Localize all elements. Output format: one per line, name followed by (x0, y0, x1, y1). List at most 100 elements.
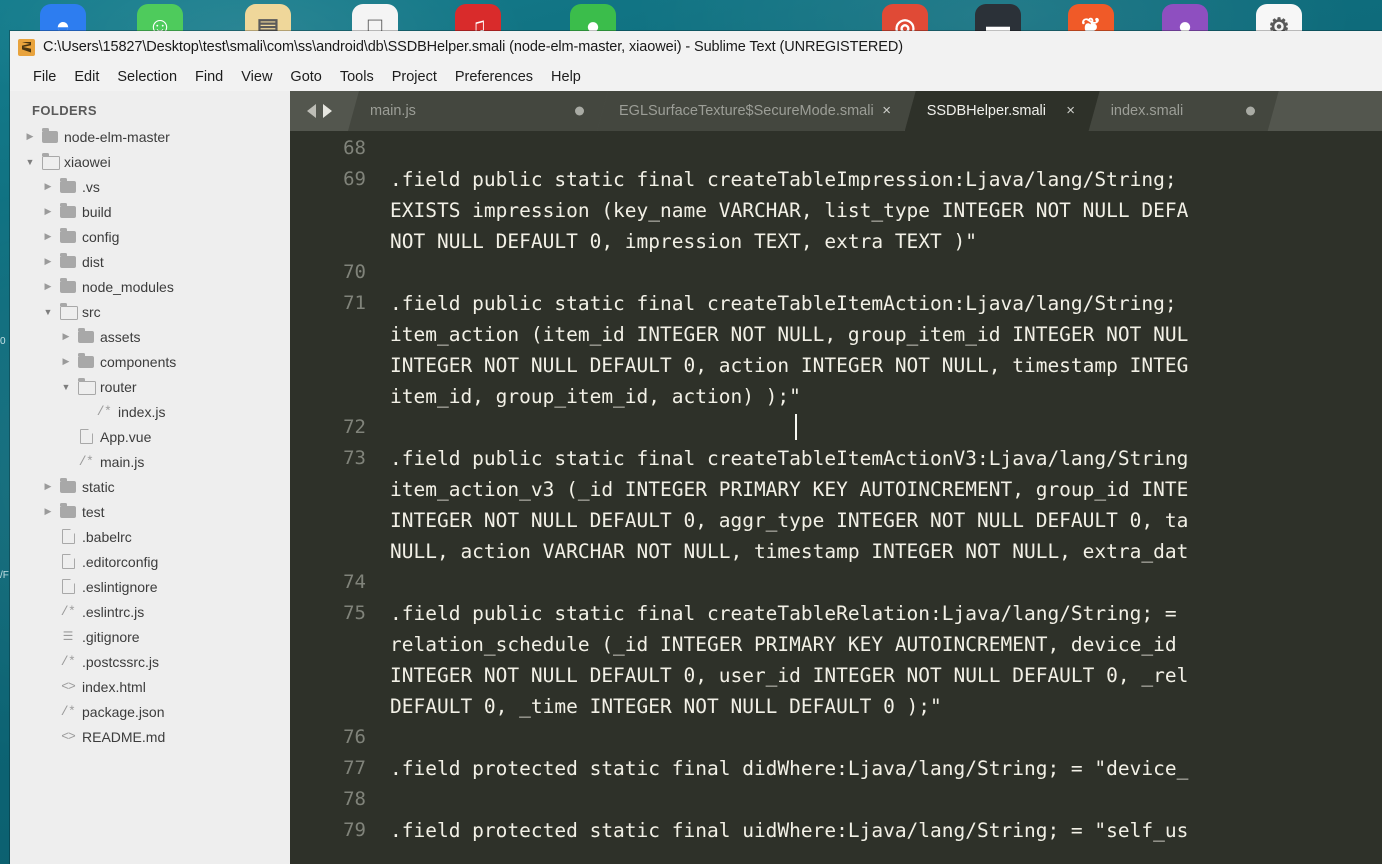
tree-item-readme-md[interactable]: <> README.md (10, 724, 290, 749)
menu-bar[interactable]: File Edit Selection Find View Goto Tools Projec… (10, 63, 1382, 91)
tree-item-index-js[interactable]: /* index.js (10, 399, 290, 424)
menu-item-view[interactable]: View (232, 67, 281, 87)
code-line[interactable]: 77 .field protected static final didWhere… (290, 753, 1382, 784)
tree-item-node-modules[interactable]: ▶ node_modules (10, 274, 290, 299)
tree-item-eslintignore[interactable]: .eslintignore (10, 574, 290, 599)
tree-item-postcssrc-js[interactable]: /* .postcssrc.js (10, 649, 290, 674)
tree-item-config[interactable]: ▶ config (10, 224, 290, 249)
menu-item-tools[interactable]: Tools (331, 67, 383, 87)
tree-item-xiaowei[interactable]: ▼ xiaowei (10, 149, 290, 174)
code-text[interactable]: item_action (item_id INTEGER NOT NULL, g… (382, 319, 1382, 350)
code-line[interactable]: 68 (290, 133, 1382, 164)
chevron-down-icon[interactable]: ▼ (40, 307, 56, 317)
nav-back-arrow-icon[interactable] (306, 104, 316, 118)
code-text[interactable]: relation_schedule (_id INTEGER PRIMARY K… (382, 629, 1382, 660)
tab-main-js[interactable]: main.js (348, 91, 608, 131)
code-line[interactable]: 71 .field public static final createTable… (290, 288, 1382, 319)
code-line-wrapped[interactable]: INTEGER NOT NULL DEFAULT 0, aggr_type IN… (290, 505, 1382, 536)
menu-item-project[interactable]: Project (383, 67, 446, 87)
code-line-wrapped[interactable]: item_action (item_id INTEGER NOT NULL, g… (290, 319, 1382, 350)
code-text[interactable]: .field public static final createTableIt… (382, 443, 1382, 474)
menu-item-goto[interactable]: Goto (281, 67, 330, 87)
tab-nav-arrows[interactable] (290, 91, 348, 131)
code-line-wrapped[interactable]: NULL, action VARCHAR NOT NULL, timestamp… (290, 536, 1382, 567)
code-line[interactable]: 76 (290, 722, 1382, 753)
code-line-wrapped[interactable]: INTEGER NOT NULL DEFAULT 0, user_id INTE… (290, 660, 1382, 691)
chevron-right-icon[interactable]: ▶ (40, 206, 56, 217)
code-line[interactable]: 73 .field public static final createTable… (290, 443, 1382, 474)
menu-item-preferences[interactable]: Preferences (446, 67, 542, 87)
code-line-wrapped[interactable]: item_id, group_item_id, action) );" (290, 381, 1382, 412)
code-line-wrapped[interactable]: EXISTS impression (key_name VARCHAR, lis… (290, 195, 1382, 226)
code-line[interactable]: 72 (290, 412, 1382, 443)
tab-close-icon[interactable]: × (880, 104, 894, 118)
tab-list[interactable]: main.js EGLSurfaceTexture$SecureMode.smal… (348, 91, 1279, 131)
chevron-right-icon[interactable]: ▶ (40, 181, 56, 192)
code-text[interactable]: .field public static final createTableIm… (382, 164, 1382, 195)
chevron-down-icon[interactable]: ▼ (58, 382, 74, 392)
tree-item-test[interactable]: ▶ test (10, 499, 290, 524)
menu-item-help[interactable]: Help (542, 67, 590, 87)
tree-item-node-elm-master[interactable]: ▶ node-elm-master (10, 124, 290, 149)
code-text[interactable]: .field public static final createTableIt… (382, 288, 1382, 319)
taskbar-dock[interactable]: ◓ ☺ ▤ □ ♫ ● ◎ ▬ ❦ ● ⚙ (0, 0, 1382, 50)
code-text[interactable]: DEFAULT 0, _time INTEGER NOT NULL DEFAUL… (382, 691, 1382, 722)
code-line[interactable]: 70 (290, 257, 1382, 288)
chevron-right-icon[interactable]: ▶ (40, 281, 56, 292)
code-text[interactable]: INTEGER NOT NULL DEFAULT 0, user_id INTE… (382, 660, 1382, 691)
code-text[interactable]: item_id, group_item_id, action) );" (382, 381, 1382, 412)
tree-item-eslintrc-js[interactable]: /* .eslintrc.js (10, 599, 290, 624)
chevron-right-icon[interactable]: ▶ (58, 356, 74, 367)
tree-item-components[interactable]: ▶ components (10, 349, 290, 374)
code-text[interactable]: NOT NULL DEFAULT 0, impression TEXT, ext… (382, 226, 1382, 257)
code-text[interactable]: item_action_v3 (_id INTEGER PRIMARY KEY … (382, 474, 1382, 505)
tree-item-router[interactable]: ▼ router (10, 374, 290, 399)
code-line-wrapped[interactable]: DEFAULT 0, _time INTEGER NOT NULL DEFAUL… (290, 691, 1382, 722)
menu-item-edit[interactable]: Edit (65, 67, 108, 87)
code-line[interactable]: 75 .field public static final createTable… (290, 598, 1382, 629)
nav-forward-arrow-icon[interactable] (322, 104, 332, 118)
chevron-down-icon[interactable]: ▼ (22, 157, 38, 167)
tab-eglsurfacetexture-securemode-smali[interactable]: EGLSurfaceTexture$SecureMode.smali × (597, 91, 916, 131)
code-text[interactable]: .field protected static final uidWhere:L… (382, 815, 1382, 846)
tree-item-editorconfig[interactable]: .editorconfig (10, 549, 290, 574)
tab-modified-dot-icon[interactable] (1246, 107, 1255, 116)
code-line-wrapped[interactable]: item_action_v3 (_id INTEGER PRIMARY KEY … (290, 474, 1382, 505)
tree-item-build[interactable]: ▶ build (10, 199, 290, 224)
code-line[interactable]: 69 .field public static final createTable… (290, 164, 1382, 195)
tree-item-package-json[interactable]: /* package.json (10, 699, 290, 724)
code-content[interactable]: 68 69 .field public static final createTab… (290, 131, 1382, 846)
tab-close-icon[interactable]: × (1064, 104, 1078, 118)
tree-item-main-js[interactable]: /* main.js (10, 449, 290, 474)
folder-tree[interactable]: ▶ node-elm-master ▼ xiaowei ▶ .vs ▶ build ▶ confi… (10, 124, 290, 749)
code-text[interactable]: NULL, action VARCHAR NOT NULL, timestamp… (382, 536, 1382, 567)
tab-index-smali[interactable]: index.smali (1089, 91, 1279, 131)
chevron-right-icon[interactable]: ▶ (40, 481, 56, 492)
menu-item-file[interactable]: File (24, 67, 65, 87)
tree-item-gitignore[interactable]: ☰ .gitignore (10, 624, 290, 649)
tree-item-app-vue[interactable]: App.vue (10, 424, 290, 449)
code-editor[interactable]: 68 69 .field public static final createTab… (290, 131, 1382, 864)
tree-item-index-html[interactable]: <> index.html (10, 674, 290, 699)
tab-ssdbhelper-smali[interactable]: SSDBHelper.smali × (905, 91, 1100, 131)
code-line-wrapped[interactable]: relation_schedule (_id INTEGER PRIMARY K… (290, 629, 1382, 660)
tree-item-src[interactable]: ▼ src (10, 299, 290, 324)
code-text[interactable]: INTEGER NOT NULL DEFAULT 0, action INTEG… (382, 350, 1382, 381)
chevron-right-icon[interactable]: ▶ (40, 256, 56, 267)
code-line[interactable]: 79 .field protected static final uidWhere… (290, 815, 1382, 846)
code-text[interactable]: EXISTS impression (key_name VARCHAR, lis… (382, 195, 1382, 226)
code-text[interactable]: .field protected static final didWhere:L… (382, 753, 1382, 784)
code-line[interactable]: 78 (290, 784, 1382, 815)
chevron-right-icon[interactable]: ▶ (22, 131, 38, 142)
chevron-right-icon[interactable]: ▶ (40, 231, 56, 242)
tree-item-vs[interactable]: ▶ .vs (10, 174, 290, 199)
menu-item-selection[interactable]: Selection (108, 67, 186, 87)
tree-item-assets[interactable]: ▶ assets (10, 324, 290, 349)
tree-item-static[interactable]: ▶ static (10, 474, 290, 499)
chevron-right-icon[interactable]: ▶ (58, 331, 74, 342)
chevron-right-icon[interactable]: ▶ (40, 506, 56, 517)
menu-item-find[interactable]: Find (186, 67, 232, 87)
code-text[interactable]: .field public static final createTableRe… (382, 598, 1382, 629)
code-line-wrapped[interactable]: INTEGER NOT NULL DEFAULT 0, action INTEG… (290, 350, 1382, 381)
tree-item-babelrc[interactable]: .babelrc (10, 524, 290, 549)
